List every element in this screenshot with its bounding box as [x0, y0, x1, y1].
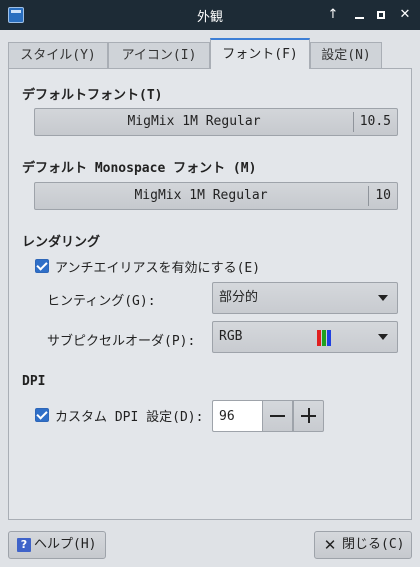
minus-icon — [270, 415, 285, 417]
tab-bar: スタイル(Y) アイコン(I) フォント(F) 設定(N) — [8, 38, 412, 69]
dpi-heading: DPI — [22, 374, 46, 389]
chevron-down-icon — [378, 334, 388, 340]
tab-style[interactable]: スタイル(Y) — [8, 42, 108, 69]
antialias-label[interactable]: アンチエイリアスを有効にする(E) — [55, 257, 260, 276]
hinting-label: ヒンティング(G): — [47, 294, 156, 309]
default-font-heading: デフォルトフォント(T) — [22, 88, 163, 103]
rendering-heading: レンダリング — [22, 235, 101, 250]
tab-fonts[interactable]: フォント(F) — [210, 38, 310, 69]
custom-dpi-label[interactable]: カスタム DPI 設定(D): — [55, 406, 203, 425]
tab-icons[interactable]: アイコン(I) — [108, 42, 210, 69]
custom-dpi-checkbox[interactable] — [35, 408, 49, 422]
monospace-font-heading: デフォルト Monospace フォント (M) — [22, 161, 257, 176]
subpixel-label: サブピクセルオーダ(P): — [47, 334, 196, 349]
tab-settings[interactable]: 設定(N) — [310, 42, 382, 69]
monospace-font-button[interactable]: MigMix 1M Regular 10 — [34, 182, 398, 210]
help-button[interactable]: ? ヘルプ(H) — [8, 531, 106, 559]
dpi-decrement-button[interactable] — [262, 400, 293, 432]
close-button[interactable]: ✕ 閉じる(C) — [314, 531, 412, 559]
minimize-icon[interactable] — [350, 6, 368, 24]
default-font-button[interactable]: MigMix 1M Regular 10.5 — [34, 108, 398, 136]
keep-above-icon[interactable]: ↑ — [324, 6, 342, 24]
chevron-down-icon — [378, 295, 388, 301]
monospace-font-name: MigMix 1M Regular — [134, 188, 268, 203]
appearance-window: 外観 ↑ ✕ スタイル(Y) アイコン(I) フォント(F) 設定(N) デフォ… — [0, 0, 420, 567]
close-window-icon[interactable]: ✕ — [396, 6, 414, 24]
default-font-name: MigMix 1M Regular — [127, 114, 261, 129]
subpixel-value: RGB — [219, 329, 243, 344]
hinting-select[interactable]: 部分的 — [212, 282, 398, 314]
rgb-stripes-icon — [317, 330, 333, 346]
subpixel-select[interactable]: RGB — [212, 321, 398, 353]
default-font-size: 10.5 — [352, 112, 397, 132]
dpi-input[interactable] — [213, 401, 259, 431]
maximize-icon[interactable] — [372, 6, 390, 24]
help-button-label: ヘルプ(H) — [34, 537, 97, 552]
help-icon: ? — [17, 538, 31, 552]
title-bar[interactable]: 外観 ↑ ✕ — [0, 0, 420, 30]
dpi-value-field[interactable] — [212, 400, 262, 432]
close-icon: ✕ — [323, 536, 337, 554]
monospace-font-size: 10 — [368, 186, 397, 206]
antialias-checkbox[interactable] — [35, 259, 49, 273]
dpi-increment-button[interactable] — [293, 400, 324, 432]
hinting-value: 部分的 — [219, 290, 259, 305]
close-button-label: 閉じる(C) — [342, 537, 405, 552]
